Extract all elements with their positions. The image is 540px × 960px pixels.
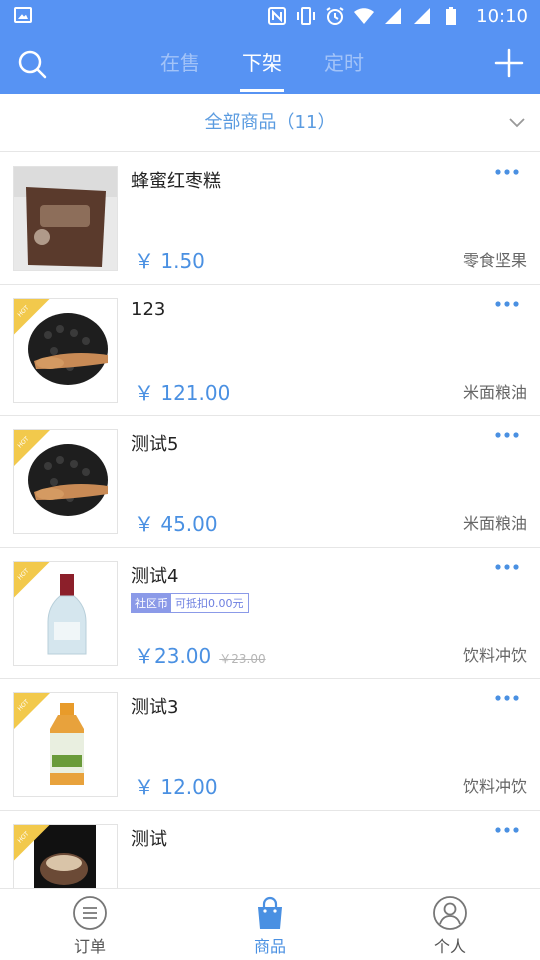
product-item[interactable]: 蜂蜜红枣糕 ￥ 1.50 零食坚果	[0, 153, 540, 285]
status-icons: 10:10	[267, 4, 528, 28]
product-price: ￥23.00 ￥23.00	[134, 640, 266, 669]
nav-orders[interactable]: 订单	[0, 889, 180, 960]
nav-products[interactable]: 商品	[180, 889, 360, 960]
product-category: 米面粮油	[462, 514, 527, 533]
signal-icon	[385, 8, 402, 24]
product-item[interactable]: HOT 测试5 ￥ 45.00 米面粮油	[0, 416, 540, 548]
person-icon	[433, 896, 467, 930]
product-name: 蜂蜜红枣糕	[131, 171, 221, 192]
more-icon[interactable]	[494, 693, 520, 703]
status-tabs: 在售 下架 定时	[160, 32, 364, 94]
product-item[interactable]: HOT 测试3 ￥ 12.00 饮料冲饮	[0, 679, 540, 811]
search-icon[interactable]	[16, 48, 48, 80]
product-name: 测试	[131, 828, 167, 850]
tab-scheduled[interactable]: 定时	[324, 32, 364, 94]
product-price: ￥ 12.00	[134, 775, 218, 799]
signal-icon	[414, 8, 431, 24]
product-category: 米面粮油	[462, 382, 527, 402]
product-image	[13, 166, 118, 271]
bottom-nav: 订单 商品 个人	[0, 888, 540, 960]
alarm-icon	[326, 7, 344, 25]
tab-off-shelf[interactable]: 下架	[240, 32, 284, 94]
product-category: 饮料冲饮	[462, 777, 527, 796]
product-item[interactable]: HOT 测试	[0, 811, 540, 888]
nav-label: 商品	[253, 937, 286, 956]
tab-on-sale[interactable]: 在售	[160, 32, 200, 94]
product-image: HOT	[13, 297, 118, 403]
product-category: 零食坚果	[462, 251, 527, 270]
nfc-icon	[268, 7, 287, 25]
product-image: HOT	[13, 560, 118, 666]
product-name: 测试3	[131, 697, 179, 718]
more-icon[interactable]	[494, 562, 520, 572]
more-icon[interactable]	[494, 299, 520, 309]
more-icon[interactable]	[494, 825, 520, 835]
category-filter[interactable]: 全部商品（11）	[0, 94, 540, 152]
product-item[interactable]: HOT 测试4 社区币 可抵扣0.00元 ￥23.00 ￥23.00 饮料冲饮	[0, 548, 540, 679]
product-name: 123	[131, 298, 166, 320]
filter-label[interactable]: 全部商品（11）	[0, 94, 540, 152]
product-category: 饮料冲饮	[462, 645, 527, 665]
coupon-text: 可抵扣0.00元	[171, 593, 248, 612]
image-icon	[14, 7, 32, 23]
product-price: ￥ 1.50	[134, 249, 205, 273]
app-bar: 在售 下架 定时	[0, 32, 540, 94]
more-icon[interactable]	[494, 430, 520, 440]
status-bar: 10:10	[0, 0, 540, 32]
product-image: HOT	[13, 692, 118, 797]
product-name: 测试5	[131, 434, 179, 455]
product-item[interactable]: HOT 123 ￥ 121.00 米面粮油	[0, 285, 540, 416]
list-icon	[73, 896, 107, 930]
coupon-badge: 社区币 可抵扣0.00元	[131, 592, 249, 613]
price-value: ￥23.00	[134, 643, 212, 668]
product-price: ￥ 121.00	[134, 380, 231, 405]
nav-label: 个人	[433, 937, 466, 956]
product-image: HOT	[13, 823, 118, 888]
battery-icon	[446, 7, 457, 25]
product-list: 蜂蜜红枣糕 ￥ 1.50 零食坚果 HOT 123 ￥ 121.00 米面粮油	[0, 153, 540, 888]
nav-profile[interactable]: 个人	[360, 889, 540, 960]
wifi-icon	[354, 8, 375, 24]
bag-icon	[258, 896, 282, 929]
nav-label: 订单	[73, 937, 106, 956]
vibrate-icon	[297, 7, 316, 25]
product-price: ￥ 45.00	[134, 512, 218, 536]
original-price: ￥23.00	[219, 651, 266, 666]
product-image: HOT	[13, 429, 118, 534]
product-name: 测试4	[131, 565, 179, 587]
clock: 10:10	[476, 5, 528, 27]
chevron-down-icon[interactable]	[508, 114, 526, 132]
coupon-tag: 社区币	[132, 593, 171, 612]
add-icon[interactable]	[494, 48, 524, 78]
more-icon[interactable]	[494, 167, 520, 177]
